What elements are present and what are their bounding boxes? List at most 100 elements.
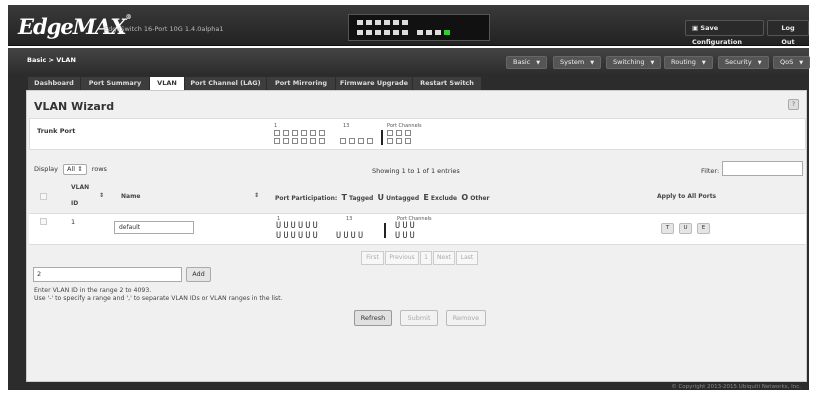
pager-next[interactable]: Next xyxy=(433,251,455,265)
chevron-down-icon: ▼ xyxy=(757,60,762,66)
column-port-participation: Port Participation: T Tagged U Untagged … xyxy=(275,193,490,202)
tab-port-channel-lag[interactable]: Port Channel (LAG) xyxy=(185,77,267,90)
trunk-port-checkbox[interactable] xyxy=(349,138,355,144)
add-vlan-input[interactable]: 2 xyxy=(33,267,182,282)
trunk-port-checkbox[interactable] xyxy=(396,130,402,136)
device-model: EdgeSwitch 16-Port 10G 1.4.0alpha1 xyxy=(104,25,224,33)
port-led xyxy=(357,30,363,35)
port-channel-participation-row2[interactable]: UUU xyxy=(395,231,417,241)
trunk-port-checkbox[interactable] xyxy=(310,130,316,136)
main-panel: Dashboard Port Summary VLAN Port Channel… xyxy=(8,75,809,390)
apply-tagged-button[interactable]: T xyxy=(661,223,674,234)
port-led xyxy=(402,20,408,25)
port-participation-row1[interactable]: UUUUUU xyxy=(276,221,320,231)
submit-button[interactable]: Submit xyxy=(400,310,438,326)
port-led xyxy=(393,30,399,35)
chevron-down-icon: ▼ xyxy=(590,60,595,66)
trunk-port-checkbox[interactable] xyxy=(319,138,325,144)
help-button[interactable]: ? xyxy=(788,99,799,110)
trunk-port-checkbox[interactable] xyxy=(387,130,393,136)
column-name[interactable]: Name xyxy=(121,193,140,200)
display-control: Display All ⇕ rows xyxy=(34,164,107,175)
port-led xyxy=(435,30,441,35)
trunk-port-checkbox[interactable] xyxy=(387,138,393,144)
pager-previous[interactable]: Previous xyxy=(385,251,419,265)
menu-routing[interactable]: Routing ▼ xyxy=(664,56,713,69)
trunk-port-checkbox[interactable] xyxy=(340,138,346,144)
logout-button[interactable]: Log Out xyxy=(767,20,809,46)
pager-page-1[interactable]: 1 xyxy=(420,251,432,265)
tab-port-mirroring[interactable]: Port Mirroring xyxy=(267,77,336,90)
filter-label: Filter: xyxy=(701,167,720,175)
vlan-name-input[interactable]: default xyxy=(114,221,194,234)
chevron-down-icon: ▼ xyxy=(536,60,541,66)
app-header: EdgeMAX® EdgeSwitch 16-Port 10G 1.4.0alp… xyxy=(8,5,809,46)
menu-basic[interactable]: Basic ▼ xyxy=(506,56,548,69)
pager-first[interactable]: First xyxy=(361,251,384,265)
menu-switching[interactable]: Switching ▼ xyxy=(606,56,662,69)
filter-input[interactable] xyxy=(722,161,803,176)
trunk-port-checkbox[interactable] xyxy=(396,138,402,144)
column-id: ID xyxy=(71,200,79,207)
trunk-port-checkbox[interactable] xyxy=(301,138,307,144)
select-all-checkbox[interactable] xyxy=(40,193,47,200)
column-apply-all: Apply to All Ports xyxy=(657,193,717,200)
port-led xyxy=(402,30,408,35)
trunk-port-checkbox[interactable] xyxy=(358,138,364,144)
trunk-port-checkbox[interactable] xyxy=(301,130,307,136)
sort-icon[interactable]: ⇕ xyxy=(254,192,259,199)
tab-restart-switch[interactable]: Restart Switch xyxy=(413,77,482,90)
port-led xyxy=(426,30,432,35)
trunk-port-panel: Trunk Port 1 13 Port Channels xyxy=(29,118,806,150)
trunk-port-checkbox[interactable] xyxy=(405,130,411,136)
floppy-icon: ▣ xyxy=(692,24,699,32)
port-separator xyxy=(381,130,383,145)
port-led xyxy=(357,20,363,25)
trunk-port-checkbox[interactable] xyxy=(292,138,298,144)
trunk-port-checkbox[interactable] xyxy=(319,130,325,136)
sort-icon[interactable]: ⇕ xyxy=(99,192,104,199)
pager-last[interactable]: Last xyxy=(456,251,478,265)
apply-exclude-button[interactable]: E xyxy=(697,223,710,234)
port-led xyxy=(393,20,399,25)
trunk-port-checkbox[interactable] xyxy=(274,130,280,136)
tab-dashboard[interactable]: Dashboard xyxy=(28,77,81,90)
menu-security[interactable]: Security ▼ xyxy=(718,56,769,69)
port-number-label: 13 xyxy=(343,123,350,129)
refresh-button[interactable]: Refresh xyxy=(354,310,392,326)
chevron-down-icon: ▼ xyxy=(799,60,804,66)
trunk-port-checkbox[interactable] xyxy=(283,138,289,144)
updown-icon: ⇕ xyxy=(77,165,83,173)
trunk-port-checkbox[interactable] xyxy=(367,138,373,144)
tab-firmware-upgrade[interactable]: Firmware Upgrade xyxy=(336,77,413,90)
port-channel-participation-row1[interactable]: UUU xyxy=(395,221,417,231)
tab-vlan[interactable]: VLAN xyxy=(150,77,185,90)
port-led xyxy=(417,30,423,35)
vlan-range-hint: Enter VLAN ID in the range 2 to 4093. xyxy=(34,287,152,294)
port-channels-label: Port Channels xyxy=(387,123,422,129)
vlan-id: 1 xyxy=(71,218,76,226)
port-led xyxy=(375,30,381,35)
display-select[interactable]: All ⇕ xyxy=(63,164,87,175)
port-number-label: 13 xyxy=(346,216,353,222)
port-led xyxy=(366,30,372,35)
trunk-port-checkbox[interactable] xyxy=(292,130,298,136)
trunk-port-checkbox[interactable] xyxy=(310,138,316,144)
trunk-port-checkbox[interactable] xyxy=(405,138,411,144)
tab-port-summary[interactable]: Port Summary xyxy=(81,77,150,90)
port-participation-row2[interactable]: UUUUUU xyxy=(276,231,320,241)
switch-port-graphic xyxy=(348,14,490,41)
add-vlan-button[interactable]: Add xyxy=(186,267,211,282)
port-number-label: 1 xyxy=(274,123,278,129)
chevron-down-icon: ▼ xyxy=(701,60,706,66)
trunk-port-checkbox[interactable] xyxy=(283,130,289,136)
trunk-port-checkbox[interactable] xyxy=(274,138,280,144)
row-checkbox[interactable] xyxy=(40,218,47,225)
save-configuration-button[interactable]: ▣ Save Configuration xyxy=(685,20,764,46)
remove-button[interactable]: Remove xyxy=(446,310,486,326)
port-participation-row2b[interactable]: UUUU xyxy=(336,231,365,241)
menu-qos[interactable]: QoS ▼ xyxy=(773,56,811,69)
menu-system[interactable]: System ▼ xyxy=(553,56,602,69)
entries-info: Showing 1 to 1 of 1 entries xyxy=(372,167,460,175)
apply-untagged-button[interactable]: U xyxy=(679,223,692,234)
